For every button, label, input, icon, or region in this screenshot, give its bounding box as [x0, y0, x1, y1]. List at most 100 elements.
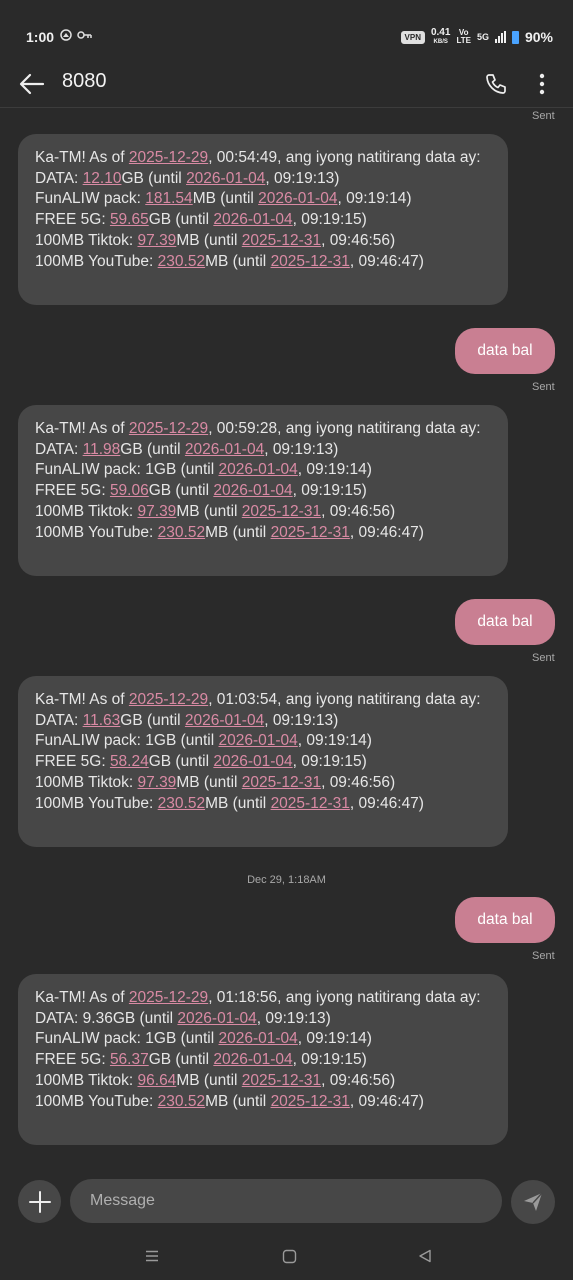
message-link[interactable]: 2025-12-31 [271, 524, 350, 541]
message-text: , 00:59:28, ang iyong natitirang data ay… [208, 420, 481, 437]
battery-level: 90% [524, 29, 553, 45]
message-line: Ka-TM! As of 2025-12-29, 00:54:49, ang i… [35, 148, 492, 169]
message-link[interactable]: 59.65 [110, 211, 149, 228]
message-link[interactable]: 12.10 [83, 170, 122, 187]
message-line: FREE 5G: 59.65GB (until 2026-01-04, 09:1… [35, 210, 492, 231]
message-line: 100MB YouTube: 230.52MB (until 2025-12-3… [35, 252, 492, 273]
recents-button[interactable] [140, 1246, 164, 1266]
message-link[interactable]: 2025-12-31 [271, 795, 350, 812]
incoming-message[interactable]: Ka-TM! As of 2025-12-29, 00:59:28, ang i… [18, 405, 508, 576]
message-link[interactable]: 97.39 [138, 503, 177, 520]
message-text: , 09:19:15) [292, 753, 367, 771]
message-text: , 09:19:13) [256, 1009, 331, 1027]
message-text: FREE 5G: [35, 211, 110, 229]
status-bar: 1:00 VPN 0.41 KB/S Vo LTE 5G 90% [0, 0, 573, 62]
message-link[interactable]: 2025-12-31 [242, 774, 321, 791]
message-text: MB (until [205, 523, 271, 541]
home-button[interactable] [277, 1246, 301, 1266]
message-text: , 00:54:49, ang iyong natitirang data ay… [208, 149, 481, 166]
message-link[interactable]: 2026-01-04 [213, 1051, 292, 1068]
message-link[interactable]: 2026-01-04 [258, 190, 337, 207]
message-text: , 09:46:56) [321, 773, 396, 791]
signal-icon [494, 31, 506, 43]
message-input[interactable] [70, 1179, 502, 1223]
message-link[interactable]: 2025-12-31 [271, 253, 350, 270]
message-text: 100MB Tiktok: [35, 773, 138, 791]
message-link[interactable]: 97.39 [138, 232, 177, 249]
network-type: 5G [476, 32, 489, 42]
message-link[interactable]: 2026-01-04 [177, 1010, 256, 1027]
message-text: GB (until [120, 711, 185, 729]
menu-icon [146, 1250, 158, 1262]
message-link[interactable]: 230.52 [158, 1093, 205, 1110]
message-link[interactable]: 58.24 [110, 753, 149, 770]
message-text: FREE 5G: [35, 753, 110, 771]
message-thread[interactable]: Sent Ka-TM! As of 2025-12-29, 00:54:49, … [0, 108, 573, 1170]
triangle-back-icon [419, 1249, 431, 1263]
message-text: FunALIW pack: 1GB (until [35, 1030, 219, 1048]
message-link[interactable]: 2026-01-04 [185, 712, 264, 729]
message-text: MB (until [176, 1071, 242, 1089]
message-text: DATA: 9.36GB (until [35, 1009, 178, 1027]
message-text: Ka-TM! As of [35, 149, 129, 166]
message-text: MB (until [176, 773, 242, 791]
message-link[interactable]: 2025-12-29 [129, 149, 208, 166]
message-link[interactable]: 2025-12-31 [242, 1072, 321, 1089]
back-button[interactable] [16, 68, 48, 100]
message-link[interactable]: 11.98 [83, 441, 121, 458]
message-link[interactable]: 2025-12-31 [271, 1093, 350, 1110]
message-text: 100MB YouTube: [35, 794, 158, 812]
message-link[interactable]: 2025-12-31 [242, 232, 321, 249]
outgoing-message[interactable]: data bal [455, 897, 555, 943]
message-link[interactable]: 2025-12-29 [129, 691, 208, 708]
message-link[interactable]: 2025-12-31 [242, 503, 321, 520]
message-link[interactable]: 2026-01-04 [213, 482, 292, 499]
send-button[interactable] [511, 1180, 555, 1224]
message-line: 100MB Tiktok: 97.39MB (until 2025-12-31,… [35, 231, 492, 252]
message-link[interactable]: 2025-12-29 [129, 989, 208, 1006]
message-link[interactable]: 181.54 [145, 190, 192, 207]
message-link[interactable]: 2026-01-04 [219, 1030, 298, 1047]
message-text: 100MB Tiktok: [35, 1071, 138, 1089]
message-link[interactable]: 59.06 [110, 482, 149, 499]
outgoing-message[interactable]: data bal [455, 599, 555, 645]
message-line: FunALIW pack: 1GB (until 2026-01-04, 09:… [35, 731, 492, 752]
message-link[interactable]: 96.64 [138, 1072, 177, 1089]
incoming-message[interactable]: Ka-TM! As of 2025-12-29, 00:54:49, ang i… [18, 134, 508, 305]
message-link[interactable]: 2025-12-29 [129, 420, 208, 437]
home-square-icon [282, 1249, 296, 1263]
message-link[interactable]: 230.52 [158, 524, 205, 541]
message-link[interactable]: 230.52 [158, 253, 205, 270]
message-link[interactable]: 97.39 [138, 774, 177, 791]
vpn-key-icon [60, 29, 92, 41]
message-text: , 09:19:14) [297, 1030, 372, 1048]
message-link[interactable]: 11.63 [83, 712, 121, 729]
message-text: FunALIW pack: 1GB (until [35, 461, 219, 479]
call-button[interactable] [480, 68, 512, 100]
message-link[interactable]: 2026-01-04 [186, 170, 265, 187]
message-text: GB (until [148, 1051, 214, 1069]
outgoing-message[interactable]: data bal [455, 328, 555, 374]
message-link[interactable]: 2026-01-04 [219, 732, 298, 749]
more-options-button[interactable] [528, 68, 556, 100]
message-link[interactable]: 2026-01-04 [213, 211, 292, 228]
message-text: DATA: [35, 711, 83, 729]
incoming-message[interactable]: Ka-TM! As of 2025-12-29, 01:03:54, ang i… [18, 676, 508, 847]
message-link[interactable]: 2026-01-04 [219, 461, 298, 478]
message-link[interactable]: 56.37 [110, 1051, 149, 1068]
message-link[interactable]: 2026-01-04 [213, 753, 292, 770]
incoming-message[interactable]: Ka-TM! As of 2025-12-29, 01:18:56, ang i… [18, 974, 508, 1145]
message-text: GB (until [120, 440, 185, 458]
message-text: , 09:46:47) [349, 794, 424, 812]
message-line: DATA: 12.10GB (until 2026-01-04, 09:19:1… [35, 169, 492, 190]
back-nav-button[interactable] [413, 1246, 437, 1266]
more-vert-icon [539, 73, 545, 95]
message-link[interactable]: 2026-01-04 [185, 441, 264, 458]
volte-bottom: LTE [456, 36, 471, 45]
message-link[interactable]: 230.52 [158, 795, 205, 812]
conversation-title: 8080 [62, 70, 107, 92]
attach-button[interactable] [18, 1180, 61, 1223]
message-text: 100MB Tiktok: [35, 231, 138, 249]
message-text: , 09:46:56) [321, 231, 396, 249]
message-text: MB (until [205, 1092, 271, 1110]
